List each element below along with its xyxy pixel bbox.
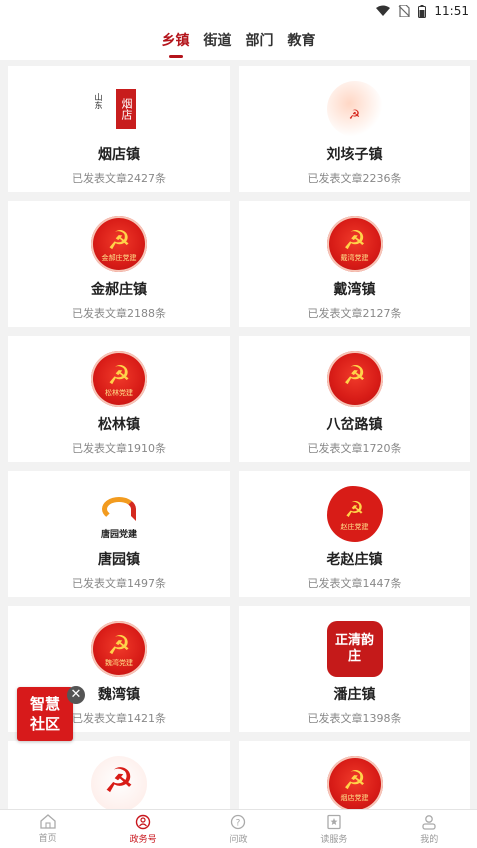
party-emblem-icon: ☭ <box>103 761 135 801</box>
tab-education[interactable]: 教育 <box>288 22 316 60</box>
home-icon <box>40 814 56 829</box>
nav-service[interactable]: 读服务 <box>299 814 369 845</box>
township-logo: ☭ <box>91 756 147 812</box>
party-emblem-icon: ☭ <box>344 497 365 523</box>
logo-text: 正清韵庄 <box>334 633 374 664</box>
party-emblem-icon: ☭ <box>348 108 361 123</box>
article-count: 已发表文章1398条 <box>307 712 402 725</box>
township-logo: ☭ 金郝庄党建 <box>91 216 147 272</box>
article-count: 已发表文章1720条 <box>307 442 402 455</box>
township-logo: ☭ <box>326 351 383 407</box>
party-emblem-icon: ☭ <box>342 226 367 256</box>
nav-label: 我的 <box>420 834 439 845</box>
bottom-nav: 首页 政务号 ? 问政 读服务 我的 <box>0 809 477 848</box>
township-name: 唐园镇 <box>98 552 140 568</box>
logo-text: 戴湾党建 <box>340 254 369 262</box>
gov-account-icon <box>135 814 151 830</box>
smart-community-line1: 智慧 <box>29 695 60 713</box>
tang-swirl-icon <box>102 497 136 521</box>
township-name: 魏湾镇 <box>98 687 140 703</box>
wifi-icon <box>376 5 391 17</box>
nav-home[interactable]: 首页 <box>13 814 83 844</box>
logo-text: 烟店 <box>116 89 136 129</box>
township-logo: 唐园党建 <box>91 486 147 542</box>
clock-time: 11:51 <box>434 4 469 18</box>
township-name: 戴湾镇 <box>333 282 376 298</box>
battery-icon <box>418 4 427 18</box>
nav-label: 政务号 <box>129 834 157 845</box>
status-bar: 11:51 <box>0 0 477 22</box>
nav-label: 首页 <box>38 834 57 844</box>
township-card[interactable]: ☭ 八岔路镇 已发表文章1720条 <box>239 336 470 462</box>
township-name: 老赵庄镇 <box>326 552 383 568</box>
township-name: 八岔路镇 <box>326 417 383 433</box>
township-card[interactable]: 唐园党建 唐园镇 已发表文章1497条 <box>8 471 230 597</box>
article-count: 已发表文章2236条 <box>307 172 402 185</box>
township-logo: ☭ 烟店党建 <box>326 756 383 812</box>
township-card[interactable]: ☭ 松林党建 松林镇 已发表文章1910条 <box>8 336 230 462</box>
nav-label: 问政 <box>229 834 248 845</box>
township-card[interactable]: ☭ 刘垓子镇 已发表文章2236条 <box>239 66 470 192</box>
service-icon <box>326 814 342 830</box>
logo-text: 唐园党建 <box>100 530 137 540</box>
nav-mine[interactable]: 我的 <box>394 814 464 845</box>
township-name: 金郝庄镇 <box>91 282 147 298</box>
logo-sub-text: 山东 <box>94 93 103 109</box>
township-card[interactable]: ☭ 戴湾党建 戴湾镇 已发表文章2127条 <box>239 201 470 327</box>
smart-community-button[interactable]: 智慧 社区 <box>17 687 73 741</box>
township-name: 潘庄镇 <box>333 687 376 703</box>
nav-label: 读服务 <box>320 834 348 845</box>
township-logo: ☭ 赵庄党建 <box>326 486 383 542</box>
logo-text: 魏湾党建 <box>105 659 133 667</box>
tab-street[interactable]: 街道 <box>204 22 232 60</box>
nav-inquiry[interactable]: ? 问政 <box>203 814 273 845</box>
township-logo: 山东 烟店 <box>91 81 147 137</box>
township-card[interactable]: 正清韵庄 潘庄镇 已发表文章1398条 <box>239 606 470 732</box>
township-card[interactable]: 山东 烟店 烟店镇 已发表文章2427条 <box>8 66 230 192</box>
township-logo: 正清韵庄 <box>326 621 383 677</box>
article-count: 已发表文章1447条 <box>307 577 402 590</box>
question-icon: ? <box>230 814 246 830</box>
svg-text:?: ? <box>236 818 241 828</box>
logo-text: 金郝庄党建 <box>101 254 137 262</box>
township-card[interactable]: ☭ 赵庄党建 老赵庄镇 已发表文章1447条 <box>239 471 470 597</box>
article-count: 已发表文章2188条 <box>72 307 166 320</box>
profile-icon <box>421 814 437 830</box>
logo-text: 烟店党建 <box>340 794 369 802</box>
township-logo: ☭ <box>326 81 383 137</box>
township-name: 烟店镇 <box>98 147 140 163</box>
tab-department[interactable]: 部门 <box>246 22 274 60</box>
no-sim-icon <box>398 5 411 17</box>
party-emblem-icon: ☭ <box>107 226 131 256</box>
logo-text: 赵庄党建 <box>340 523 369 531</box>
close-icon[interactable]: ✕ <box>67 686 85 704</box>
township-logo: ☭ 松林党建 <box>91 351 147 407</box>
party-emblem-icon: ☭ <box>107 631 131 661</box>
article-count: 已发表文章1421条 <box>72 712 166 725</box>
township-logo: ☭ 戴湾党建 <box>326 216 383 272</box>
article-count: 已发表文章1497条 <box>72 577 166 590</box>
tab-township[interactable]: 乡镇 <box>162 22 190 60</box>
nav-gov-account[interactable]: 政务号 <box>108 814 178 845</box>
township-card[interactable]: ☭ 金郝庄党建 金郝庄镇 已发表文章2188条 <box>8 201 230 327</box>
party-emblem-icon: ☭ <box>342 361 367 391</box>
article-count: 已发表文章1910条 <box>72 442 166 455</box>
township-name: 刘垓子镇 <box>326 147 383 163</box>
township-grid: 山东 烟店 烟店镇 已发表文章2427条 ☭ 刘垓子镇 已发表文章2236条 ☭… <box>8 66 470 848</box>
township-name: 松林镇 <box>98 417 140 433</box>
party-emblem-icon: ☭ <box>107 361 131 391</box>
article-count: 已发表文章2127条 <box>307 307 402 320</box>
smart-community-line2: 社区 <box>29 715 60 733</box>
category-tabs: 乡镇 街道 部门 教育 <box>0 22 477 60</box>
party-emblem-icon: ☭ <box>342 766 367 796</box>
article-count: 已发表文章2427条 <box>72 172 166 185</box>
logo-text: 松林党建 <box>105 389 133 397</box>
township-logo: ☭ 魏湾党建 <box>91 621 147 677</box>
